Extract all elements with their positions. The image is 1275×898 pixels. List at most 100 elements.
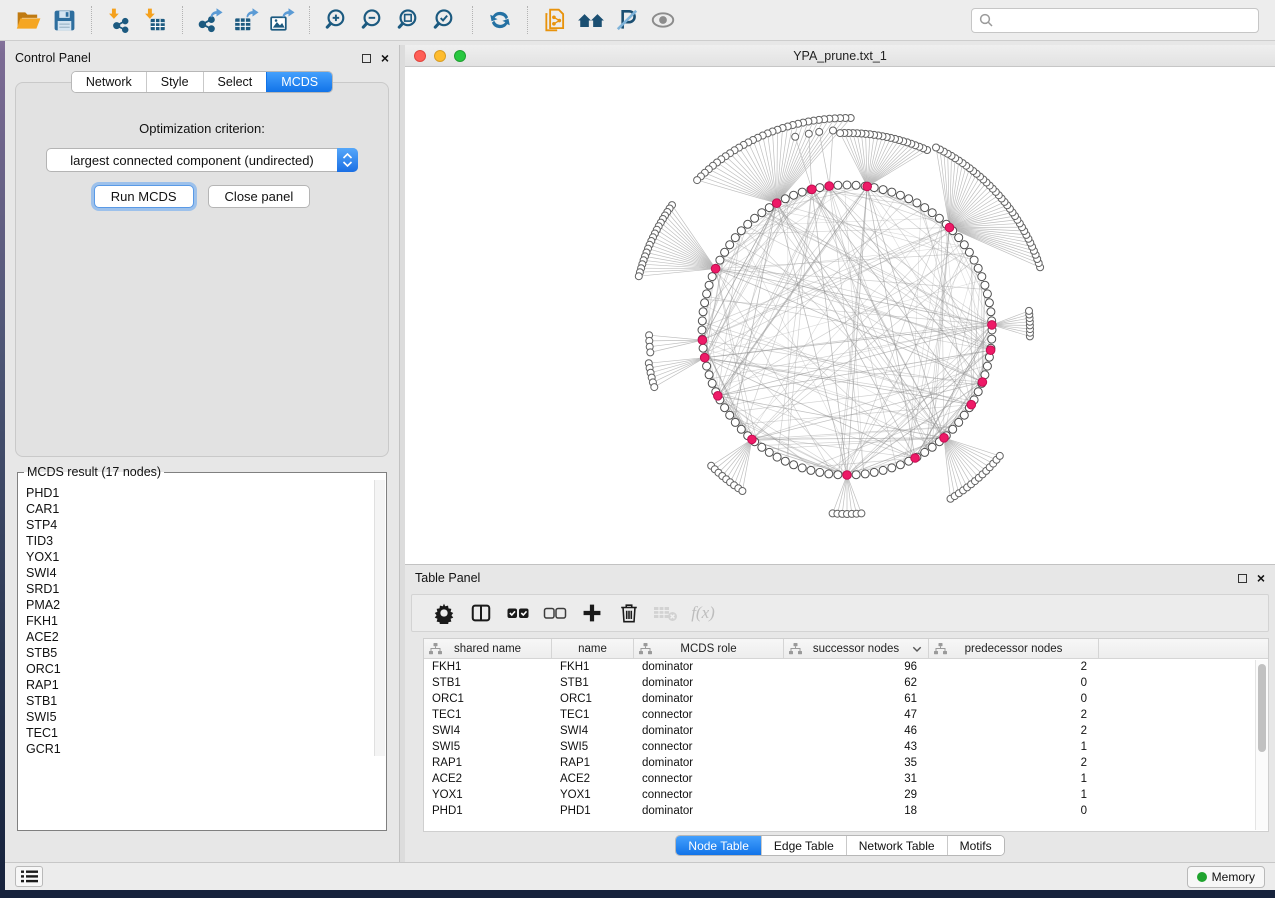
mcds-result-item[interactable]: YOX1 xyxy=(26,549,386,565)
show-hide-preview-button[interactable] xyxy=(645,4,681,36)
import-table-button[interactable] xyxy=(137,4,173,36)
table-row[interactable]: ACE2ACE2connector311 xyxy=(424,771,1268,787)
export-network-button[interactable] xyxy=(192,4,228,36)
mcds-result-item[interactable]: SRD1 xyxy=(26,581,386,597)
table-row[interactable]: FKH1FKH1dominator962 xyxy=(424,659,1268,675)
network-canvas[interactable] xyxy=(405,67,1275,564)
save-session-button[interactable] xyxy=(46,4,82,36)
column-header-predecessor-nodes[interactable]: predecessor nodes xyxy=(929,639,1099,658)
delete-column-button[interactable] xyxy=(617,601,641,625)
show-all-networks-button[interactable] xyxy=(573,4,609,36)
cell-successor-nodes: 31 xyxy=(784,773,929,785)
memory-button[interactable]: Memory xyxy=(1187,866,1265,888)
style-p-icon xyxy=(614,7,640,33)
mcds-result-item[interactable]: CAR1 xyxy=(26,501,386,517)
table-row[interactable]: SWI5SWI5connector431 xyxy=(424,739,1268,755)
column-header-successor-nodes[interactable]: successor nodes xyxy=(784,639,929,658)
cell-MCDS-role: connector xyxy=(634,741,784,753)
search-input[interactable] xyxy=(998,13,1251,27)
dropdown-stepper-icon xyxy=(337,148,358,172)
toolbar-button-groups xyxy=(10,4,971,36)
tab-mcds[interactable]: MCDS xyxy=(266,72,332,92)
deselect-all-rows-button[interactable] xyxy=(543,601,567,625)
network-window-titlebar[interactable]: YPA_prune.txt_1 xyxy=(405,45,1275,67)
column-header-name[interactable]: name xyxy=(552,639,634,658)
close-panel-button[interactable]: Close panel xyxy=(208,185,311,208)
cell-shared-name: SWI4 xyxy=(424,725,552,737)
column-type-icon xyxy=(429,643,442,655)
table-row[interactable]: ORC1ORC1dominator610 xyxy=(424,691,1268,707)
app-window: Control Panel × NetworkStyleSelectMCDS O… xyxy=(5,41,1275,890)
close-table-panel-icon[interactable]: × xyxy=(1257,574,1265,583)
search-box[interactable] xyxy=(971,8,1259,33)
refresh-layout-button[interactable] xyxy=(482,4,518,36)
status-bar: Memory xyxy=(5,862,1275,890)
mcds-result-item[interactable]: TID3 xyxy=(26,533,386,549)
mcds-result-item[interactable]: ORC1 xyxy=(26,661,386,677)
mcds-result-item[interactable]: TEC1 xyxy=(26,725,386,741)
cell-successor-nodes: 29 xyxy=(784,789,929,801)
mcds-result-item[interactable]: FKH1 xyxy=(26,613,386,629)
tab-network[interactable]: Network xyxy=(72,72,146,92)
mcds-result-item[interactable]: SWI5 xyxy=(26,709,386,725)
share-network-button[interactable] xyxy=(537,4,573,36)
zoom-out-button[interactable] xyxy=(355,4,391,36)
table-row[interactable]: YOX1YOX1connector291 xyxy=(424,787,1268,803)
float-table-panel-icon[interactable] xyxy=(1238,574,1247,583)
close-panel-icon[interactable]: × xyxy=(381,54,389,63)
create-column-button[interactable] xyxy=(580,601,604,625)
table-settings-button[interactable] xyxy=(432,601,456,625)
table-row[interactable]: PHD1PHD1dominator180 xyxy=(424,803,1268,819)
column-header-shared-name[interactable]: shared name xyxy=(424,639,552,658)
zoom-selected-button[interactable] xyxy=(427,4,463,36)
column-type-icon xyxy=(934,643,947,655)
table-row[interactable]: RAP1RAP1dominator352 xyxy=(424,755,1268,771)
zoom-in-button[interactable] xyxy=(319,4,355,36)
zoom-fit-button[interactable] xyxy=(391,4,427,36)
result-scrollbar[interactable] xyxy=(374,480,385,756)
mcds-result-item[interactable]: PMA2 xyxy=(26,597,386,613)
cell-shared-name: PHD1 xyxy=(424,805,552,817)
table-scrollbar[interactable] xyxy=(1255,660,1268,830)
tab-select[interactable]: Select xyxy=(203,72,267,92)
criterion-dropdown[interactable]: largest connected component (undirected) xyxy=(46,148,358,172)
toggle-styles-button[interactable] xyxy=(609,4,645,36)
tab-style[interactable]: Style xyxy=(146,72,203,92)
mcds-result-item[interactable]: RAP1 xyxy=(26,677,386,693)
mcds-result-item[interactable]: STB5 xyxy=(26,645,386,661)
cell-shared-name: ACE2 xyxy=(424,773,552,785)
mcds-result-item[interactable]: ACE2 xyxy=(26,629,386,645)
cell-predecessor-nodes: 1 xyxy=(929,773,1099,785)
cell-shared-name: ORC1 xyxy=(424,693,552,705)
table-tab-motifs[interactable]: Motifs xyxy=(947,836,1004,855)
cell-successor-nodes: 35 xyxy=(784,757,929,769)
mcds-result-item[interactable]: SWI4 xyxy=(26,565,386,581)
mcds-result-item[interactable]: GCR1 xyxy=(26,741,386,757)
import-network-button[interactable] xyxy=(101,4,137,36)
trash-icon xyxy=(618,602,640,624)
mcds-result-item[interactable]: PHD1 xyxy=(26,485,386,501)
table-toolbar: f(x) xyxy=(411,594,1269,632)
mcds-result-item[interactable]: STB1 xyxy=(26,693,386,709)
export-image-button[interactable] xyxy=(264,4,300,36)
cell-shared-name: FKH1 xyxy=(424,661,552,673)
control-panel: Control Panel × NetworkStyleSelectMCDS O… xyxy=(5,45,400,862)
task-history-button[interactable] xyxy=(15,866,43,887)
table-row[interactable]: STB1STB1dominator620 xyxy=(424,675,1268,691)
column-header-MCDS-role[interactable]: MCDS role xyxy=(634,639,784,658)
table-row[interactable]: TEC1TEC1connector472 xyxy=(424,707,1268,723)
run-mcds-button[interactable]: Run MCDS xyxy=(94,185,194,208)
function-builder-button: f(x) xyxy=(691,601,715,625)
export-table-button[interactable] xyxy=(228,4,264,36)
mcds-result-title: MCDS result (17 nodes) xyxy=(24,465,164,479)
table-row[interactable]: SWI4SWI4dominator462 xyxy=(424,723,1268,739)
node-table[interactable]: shared namenameMCDS rolesuccessor nodesp… xyxy=(423,638,1269,832)
table-tab-network-table[interactable]: Network Table xyxy=(846,836,947,855)
open-session-button[interactable] xyxy=(10,4,46,36)
float-panel-icon[interactable] xyxy=(362,54,371,63)
toggle-column-view-button[interactable] xyxy=(469,601,493,625)
table-tab-node-table[interactable]: Node Table xyxy=(676,836,761,855)
select-all-rows-button[interactable] xyxy=(506,601,530,625)
table-tab-edge-table[interactable]: Edge Table xyxy=(761,836,846,855)
mcds-result-item[interactable]: STP4 xyxy=(26,517,386,533)
